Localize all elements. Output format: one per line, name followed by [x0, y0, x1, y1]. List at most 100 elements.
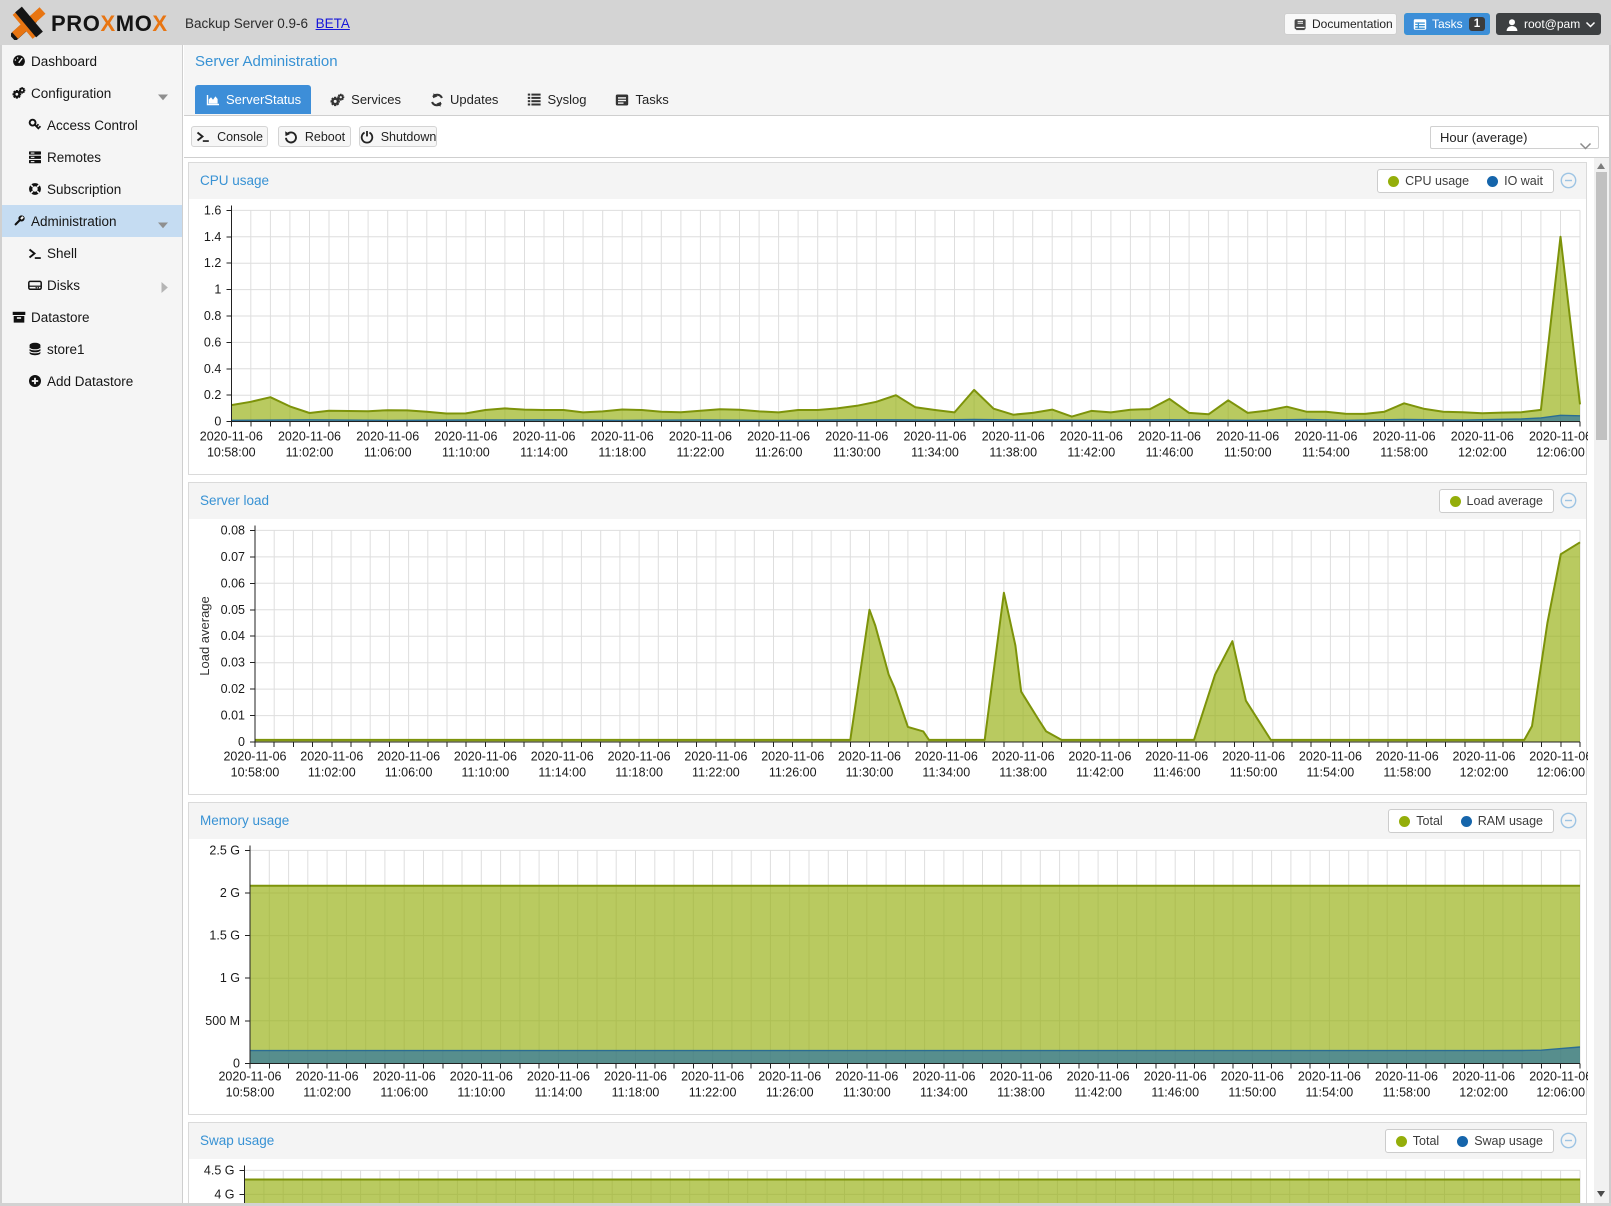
svg-text:2020-11-06: 2020-11-06: [1068, 750, 1131, 764]
svg-text:11:02:00: 11:02:00: [286, 446, 334, 460]
svg-text:2020-11-06: 2020-11-06: [1375, 1070, 1438, 1084]
svg-text:2020-11-06: 2020-11-06: [761, 750, 824, 764]
svg-text:11:30:00: 11:30:00: [843, 1086, 891, 1100]
svg-text:2020-11-06: 2020-11-06: [450, 1070, 513, 1084]
svg-text:11:02:00: 11:02:00: [308, 766, 356, 780]
svg-text:0: 0: [214, 415, 221, 429]
svg-text:0.05: 0.05: [221, 603, 245, 617]
svg-text:2020-11-06: 2020-11-06: [434, 430, 497, 444]
svg-text:11:26:00: 11:26:00: [755, 446, 803, 460]
svg-text:2020-11-06: 2020-11-06: [903, 430, 966, 444]
svg-text:0.01: 0.01: [221, 709, 245, 723]
svg-text:11:58:00: 11:58:00: [1380, 446, 1428, 460]
svg-text:1.4: 1.4: [204, 230, 221, 244]
svg-text:2020-11-06: 2020-11-06: [608, 750, 671, 764]
svg-text:12:02:00: 12:02:00: [1459, 1086, 1508, 1100]
svg-text:2020-11-06: 2020-11-06: [1294, 430, 1357, 444]
svg-text:11:06:00: 11:06:00: [380, 1086, 428, 1100]
svg-text:2020-11-06: 2020-11-06: [1060, 430, 1123, 444]
svg-text:2020-11-06: 2020-11-06: [1298, 1070, 1361, 1084]
svg-text:4.5 G: 4.5 G: [204, 1163, 235, 1177]
svg-text:11:50:00: 11:50:00: [1228, 1086, 1276, 1100]
svg-text:11:14:00: 11:14:00: [538, 766, 586, 780]
svg-text:0.07: 0.07: [221, 550, 245, 564]
svg-text:2020-11-06: 2020-11-06: [758, 1070, 821, 1084]
svg-text:11:54:00: 11:54:00: [1302, 446, 1350, 460]
svg-text:2020-11-06: 2020-11-06: [377, 750, 440, 764]
svg-text:2020-11-06: 2020-11-06: [1221, 1070, 1284, 1084]
svg-text:2020-11-06: 2020-11-06: [218, 1070, 281, 1084]
svg-text:2020-11-06: 2020-11-06: [527, 1070, 590, 1084]
svg-text:11:34:00: 11:34:00: [922, 766, 970, 780]
svg-text:2020-11-06: 2020-11-06: [989, 1070, 1052, 1084]
svg-text:1 G: 1 G: [220, 971, 240, 985]
svg-text:2020-11-06: 2020-11-06: [356, 430, 419, 444]
svg-text:11:38:00: 11:38:00: [997, 1086, 1045, 1100]
svg-text:11:18:00: 11:18:00: [612, 1086, 660, 1100]
svg-text:11:38:00: 11:38:00: [999, 766, 1047, 780]
svg-text:11:02:00: 11:02:00: [303, 1086, 351, 1100]
svg-text:0.03: 0.03: [221, 656, 245, 670]
svg-text:2020-11-06: 2020-11-06: [373, 1070, 436, 1084]
svg-text:12:06:00: 12:06:00: [1536, 1086, 1585, 1100]
svg-text:0.8: 0.8: [204, 309, 221, 323]
svg-text:2020-11-06: 2020-11-06: [1067, 1070, 1130, 1084]
svg-text:12:02:00: 12:02:00: [1460, 766, 1509, 780]
svg-text:2020-11-06: 2020-11-06: [531, 750, 594, 764]
svg-text:Load average: Load average: [197, 596, 212, 676]
svg-text:11:34:00: 11:34:00: [911, 446, 959, 460]
svg-text:2.5 G: 2.5 G: [209, 843, 240, 857]
svg-text:11:22:00: 11:22:00: [677, 446, 725, 460]
svg-text:2020-11-06: 2020-11-06: [1222, 750, 1285, 764]
svg-text:2020-11-06: 2020-11-06: [915, 750, 978, 764]
svg-text:1.5 G: 1.5 G: [209, 929, 240, 943]
svg-text:2020-11-06: 2020-11-06: [1376, 750, 1439, 764]
svg-text:2020-11-06: 2020-11-06: [912, 1070, 975, 1084]
svg-text:2020-11-06: 2020-11-06: [982, 430, 1045, 444]
svg-text:2020-11-06: 2020-11-06: [591, 430, 654, 444]
svg-text:11:58:00: 11:58:00: [1383, 766, 1431, 780]
svg-text:2020-11-06: 2020-11-06: [669, 430, 732, 444]
svg-text:2020-11-06: 2020-11-06: [512, 430, 575, 444]
svg-text:2020-11-06: 2020-11-06: [825, 430, 888, 444]
svg-text:1.2: 1.2: [204, 256, 221, 270]
svg-text:10:58:00: 10:58:00: [231, 766, 280, 780]
svg-text:0.2: 0.2: [204, 388, 221, 402]
svg-text:2020-11-06: 2020-11-06: [684, 750, 747, 764]
svg-text:2020-11-06: 2020-11-06: [1138, 430, 1201, 444]
svg-text:11:22:00: 11:22:00: [692, 766, 740, 780]
svg-text:2020-11-06: 2020-11-06: [681, 1070, 744, 1084]
svg-text:11:42:00: 11:42:00: [1076, 766, 1124, 780]
svg-text:2020-11-06: 2020-11-06: [300, 750, 363, 764]
svg-text:11:54:00: 11:54:00: [1307, 766, 1355, 780]
svg-text:2020-11-06: 2020-11-06: [223, 750, 286, 764]
svg-text:2020-11-06: 2020-11-06: [1299, 750, 1362, 764]
svg-text:11:06:00: 11:06:00: [364, 446, 412, 460]
svg-text:11:10:00: 11:10:00: [442, 446, 490, 460]
svg-text:2020-11-06: 2020-11-06: [1144, 1070, 1207, 1084]
svg-text:12:06:00: 12:06:00: [1536, 766, 1585, 780]
svg-text:11:54:00: 11:54:00: [1306, 1086, 1354, 1100]
svg-text:11:30:00: 11:30:00: [846, 766, 894, 780]
svg-text:11:42:00: 11:42:00: [1067, 446, 1115, 460]
svg-text:11:34:00: 11:34:00: [920, 1086, 968, 1100]
svg-text:11:10:00: 11:10:00: [462, 766, 510, 780]
svg-text:2020-11-06: 2020-11-06: [278, 430, 341, 444]
svg-text:0: 0: [233, 1056, 240, 1070]
svg-text:11:46:00: 11:46:00: [1146, 446, 1194, 460]
svg-text:11:42:00: 11:42:00: [1074, 1086, 1122, 1100]
svg-text:2020-11-06: 2020-11-06: [747, 430, 810, 444]
svg-text:10:58:00: 10:58:00: [226, 1086, 275, 1100]
svg-text:2020-11-06: 2020-11-06: [200, 430, 263, 444]
svg-text:0.4: 0.4: [204, 362, 221, 376]
svg-text:2020-11-06: 2020-11-06: [835, 1070, 898, 1084]
svg-text:11:14:00: 11:14:00: [535, 1086, 583, 1100]
svg-text:2020-11-06: 2020-11-06: [1451, 430, 1514, 444]
svg-text:0.04: 0.04: [221, 629, 245, 643]
svg-text:11:46:00: 11:46:00: [1153, 766, 1201, 780]
svg-text:0.08: 0.08: [221, 523, 245, 537]
svg-text:2020-11-06: 2020-11-06: [296, 1070, 359, 1084]
svg-text:2 G: 2 G: [220, 886, 240, 900]
svg-text:2020-11-06: 2020-11-06: [604, 1070, 667, 1084]
svg-text:1.6: 1.6: [204, 203, 221, 217]
